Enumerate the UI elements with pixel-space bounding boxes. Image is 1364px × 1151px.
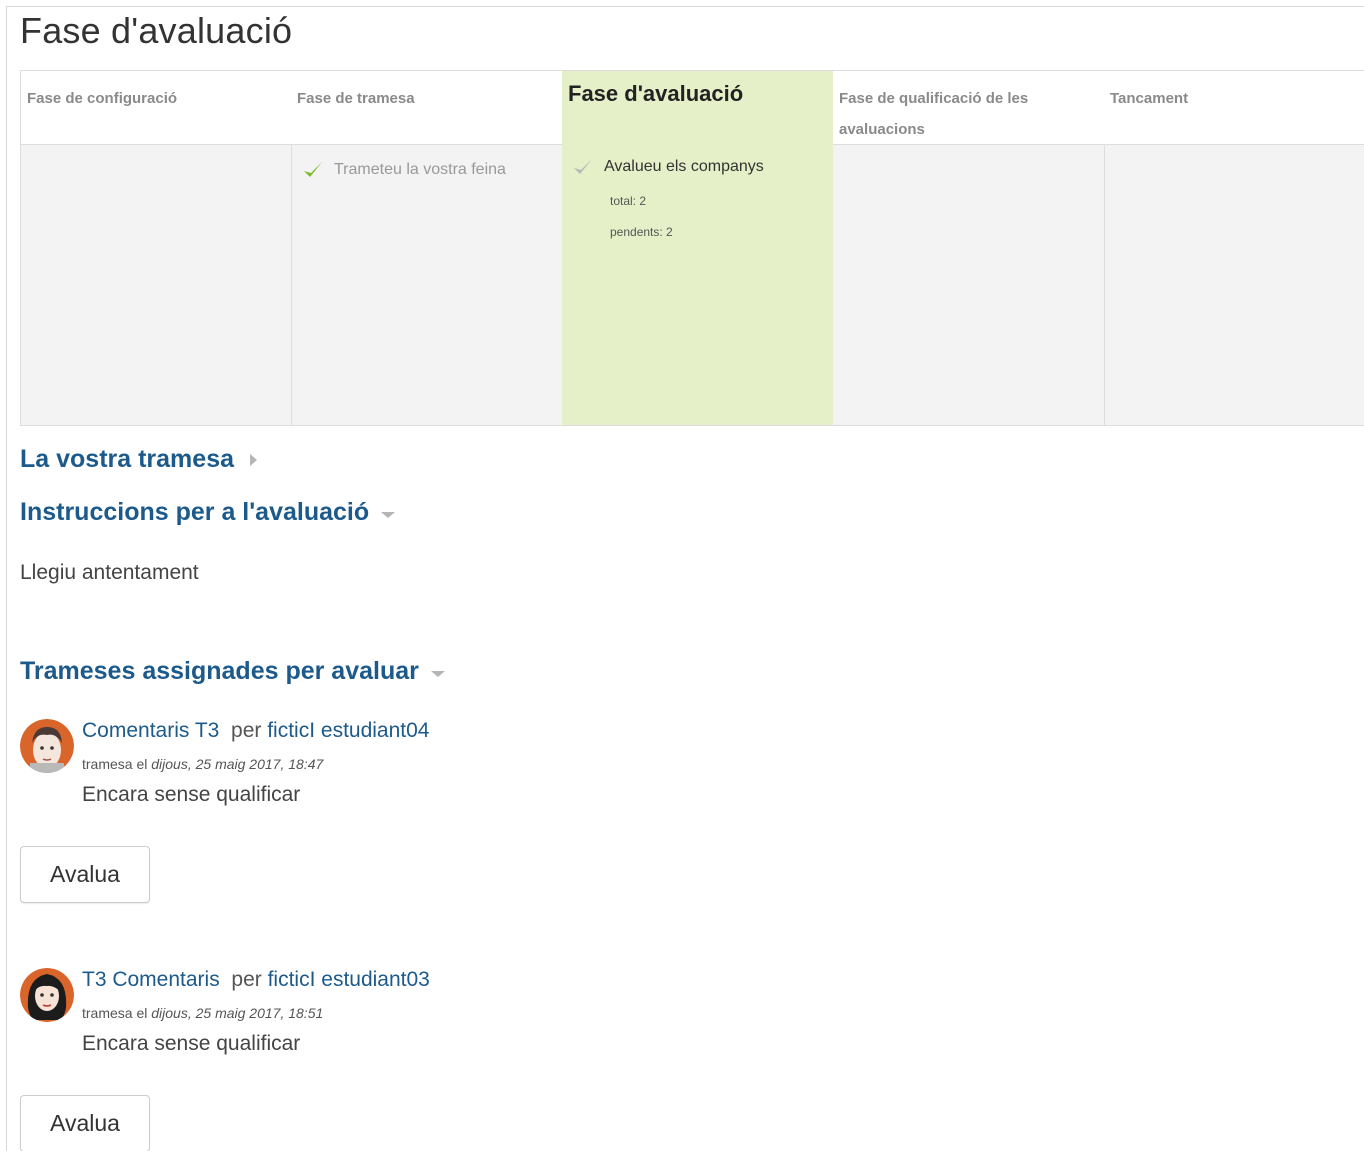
submission-link[interactable]: T3 Comentaris (82, 968, 220, 991)
date-value: dijous, 25 maig 2017, 18:51 (151, 1005, 324, 1021)
submission-title-line: T3 Comentaris per ficticI estudiant03 (82, 968, 430, 992)
phase-title: Fase de configuració (21, 71, 292, 144)
phase-title: Fase d'avaluació (562, 71, 833, 144)
phase-tasks: Trameteu la vostra feina (291, 144, 562, 425)
submission-link[interactable]: Comentaris T3 (82, 719, 219, 742)
phase-title: Tancament (1104, 71, 1364, 144)
grade-status: Encara sense qualificar (82, 1032, 301, 1055)
date-value: dijous, 25 maig 2017, 18:47 (151, 756, 324, 772)
submission-title-line: Comentaris T3 per ficticI estudiant04 (82, 719, 429, 743)
author-link[interactable]: ficticI estudiant04 (267, 719, 429, 742)
submission-date: tramesa el dijous, 25 maig 2017, 18:51 (82, 1005, 323, 1021)
by-label: per (231, 968, 262, 991)
task-detail-total: total: 2 (610, 194, 647, 208)
phase-tasks (833, 144, 1104, 425)
phase-tasks (1104, 144, 1364, 425)
submission-item: T3 Comentaris per ficticI estudiant03 tr… (20, 968, 620, 1068)
assess-button[interactable]: Avalua (20, 846, 150, 903)
submission-date: tramesa el dijous, 25 maig 2017, 18:47 (82, 756, 323, 772)
check-icon (304, 162, 322, 177)
section-your-submission[interactable]: La vostra tramesa (20, 445, 258, 474)
task-submit-work: Trameteu la vostra feina (302, 159, 506, 181)
task-detail-pending: pendents: 2 (610, 225, 673, 239)
phase-closed: Tancament (1104, 71, 1364, 425)
page-title: Fase d'avaluació (20, 10, 293, 51)
avatar[interactable] (20, 968, 74, 1022)
phases-table: Fase de configuració Fase de tramesa Tra… (20, 70, 1364, 426)
phase-submission: Fase de tramesa Trameteu la vostra feina (291, 71, 562, 425)
submission-item: Comentaris T3 per ficticI estudiant04 tr… (20, 719, 620, 819)
caret-right-icon (250, 453, 258, 466)
phase-assessment: Fase d'avaluació Avalueu els companys to… (562, 71, 833, 425)
section-title: La vostra tramesa (20, 445, 235, 473)
grade-status: Encara sense qualificar (82, 783, 301, 806)
task-assess-peers: Avalueu els companys (572, 156, 764, 178)
phase-title: Fase de qualificació de les avaluacions (833, 71, 1104, 144)
date-prefix: tramesa el (82, 756, 148, 772)
phase-grading-evaluation: Fase de qualificació de les avaluacions (833, 71, 1104, 425)
phase-setup: Fase de configuració (21, 71, 292, 425)
section-assigned-submissions[interactable]: Trameses assignades per avaluar (20, 657, 445, 686)
caret-down-icon (430, 670, 445, 677)
instructions-text: Llegiu antentament (20, 561, 199, 584)
section-title: Trameses assignades per avaluar (20, 657, 419, 685)
phase-title: Fase de tramesa (291, 71, 562, 144)
author-link[interactable]: ficticI estudiant03 (268, 968, 430, 991)
task-label: Avalueu els companys (604, 158, 764, 175)
phase-tasks (21, 144, 292, 425)
date-prefix: tramesa el (82, 1005, 148, 1021)
section-title: Instruccions per a l'avaluació (20, 498, 370, 526)
assess-button[interactable]: Avalua (20, 1095, 150, 1151)
avatar[interactable] (20, 719, 74, 773)
by-label: per (231, 719, 262, 742)
section-instructions[interactable]: Instruccions per a l'avaluació (20, 498, 396, 527)
check-icon (574, 159, 592, 174)
phase-tasks: Avalueu els companys total: 2 pendents: … (562, 144, 833, 425)
caret-down-icon (381, 511, 396, 518)
task-label: Trameteu la vostra feina (334, 161, 506, 178)
